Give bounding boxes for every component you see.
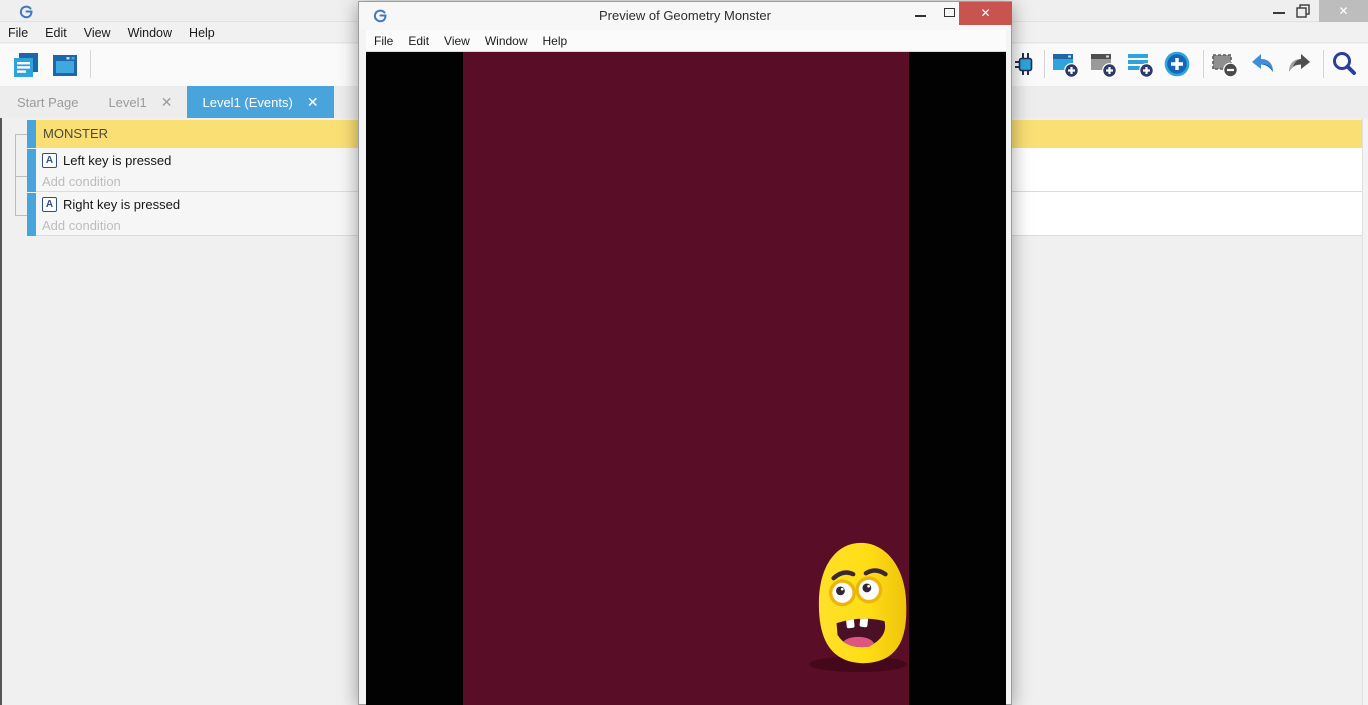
condition-text: Right key is pressed [63,197,180,212]
toolbar-separator [1323,50,1324,78]
add-circle-icon[interactable] [1163,50,1191,78]
preview-titlebar[interactable]: Preview of Geometry Monster ✕ [359,2,1011,30]
tree-guide [15,134,16,215]
add-event-icon[interactable] [1051,50,1079,78]
game-canvas[interactable] [366,52,1006,705]
menu-file[interactable]: File [374,34,393,48]
menu-file[interactable]: File [8,26,28,40]
tab-level1[interactable]: Level1 ✕ [93,86,187,118]
gdevelop-app: ✕ File Edit View Window Help [0,0,1368,705]
project-manager-icon[interactable] [11,50,41,80]
keyboard-key-icon: A [42,197,57,212]
menu-help[interactable]: Help [189,26,215,40]
menu-window[interactable]: Window [128,26,172,40]
delete-event-icon[interactable] [1210,50,1238,78]
menu-edit[interactable]: Edit [408,34,429,48]
toolbar-separator [90,50,91,78]
close-button[interactable]: ✕ [959,2,1012,25]
gdevelop-logo-icon [372,8,388,24]
menu-window[interactable]: Window [485,34,528,48]
menu-edit[interactable]: Edit [45,26,67,40]
preview-window: Preview of Geometry Monster ✕ File Edit … [358,1,1012,705]
tab-close-icon[interactable]: ✕ [307,94,319,111]
event-handle[interactable] [27,149,36,192]
menu-view[interactable]: View [84,26,111,40]
menu-view[interactable]: View [444,34,470,48]
keyboard-key-icon: A [42,153,57,168]
tab-close-icon[interactable]: ✕ [161,94,173,111]
condition-text: Left key is pressed [63,153,171,168]
tree-guide [15,134,27,135]
debugger-icon[interactable] [1011,50,1039,78]
toolbar-separator [1203,50,1204,78]
search-icon[interactable] [1330,50,1358,78]
game-stage [463,52,909,705]
tab-start-page[interactable]: Start Page [2,86,93,118]
menu-help[interactable]: Help [543,34,568,48]
event-handle[interactable] [27,193,36,236]
tab-level1-events[interactable]: Level1 (Events) ✕ [187,86,333,118]
gdevelop-logo-icon [18,4,34,20]
add-comment-icon[interactable] [1126,50,1154,78]
monster-character [806,539,909,674]
scrollbar[interactable] [1362,118,1368,705]
add-subevent-icon[interactable] [1089,50,1117,78]
minimize-icon[interactable] [906,2,936,25]
close-button[interactable]: ✕ [1319,0,1368,22]
restore-icon[interactable] [1296,4,1310,18]
tree-guide [15,176,27,177]
undo-icon[interactable] [1248,50,1276,78]
tree-guide [15,215,27,216]
scene-editor-icon[interactable] [50,50,80,80]
event-handle[interactable] [27,120,36,148]
toolbar-separator [1044,50,1045,78]
redo-icon[interactable] [1286,50,1314,78]
minimize-icon[interactable] [1273,12,1285,14]
preview-menubar: File Edit View Window Help [366,30,1006,52]
